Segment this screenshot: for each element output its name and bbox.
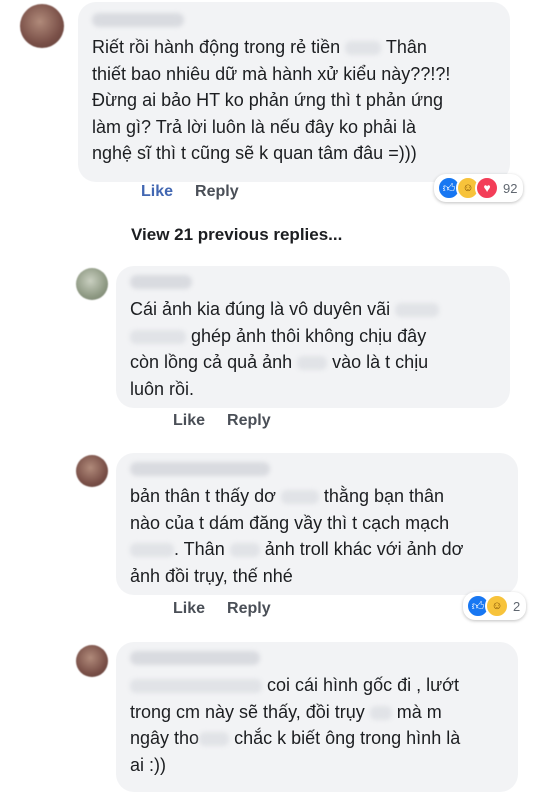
redacted-text (199, 732, 230, 747)
like-button[interactable]: Like (141, 183, 173, 201)
reply-button[interactable]: Reply (227, 600, 271, 618)
redacted-text (369, 705, 392, 720)
comment-text: coi cái hình gốc đi , lướt trong cm này … (130, 675, 461, 775)
comment-actions: Like Reply (173, 412, 271, 430)
comment-author-name[interactable] (130, 651, 260, 665)
comment-bubble: bản thân t thấy dơ thằng bạn thân nào củ… (116, 453, 518, 595)
comment-text: bản thân t thấy dơ thằng bạn thân nào củ… (130, 486, 464, 586)
comment-text: Riết rồi hành động trong rẻ tiền Thân th… (92, 37, 451, 163)
comment-actions: Like Reply (173, 600, 271, 618)
reaction-summary[interactable]: 👍︎ ☺ 2 (463, 592, 527, 620)
comment-actions: Like Reply (141, 183, 239, 201)
redacted-text (130, 679, 262, 694)
reaction-count: 2 (513, 598, 521, 614)
comment-author-name[interactable] (92, 13, 184, 27)
haha-icon: ☺ (485, 594, 509, 618)
commenter-avatar[interactable] (20, 4, 64, 48)
redacted-text (345, 41, 382, 56)
comment-bubble: Riết rồi hành động trong rẻ tiền Thân th… (78, 2, 510, 182)
like-button[interactable]: Like (173, 600, 205, 618)
like-button[interactable]: Like (173, 412, 205, 430)
comment-bubble: coi cái hình gốc đi , lướt trong cm này … (116, 642, 518, 792)
love-icon: ♥ (475, 176, 499, 200)
view-previous-replies-link[interactable]: View 21 previous replies... (131, 225, 342, 245)
redacted-text (297, 356, 328, 371)
reply-button[interactable]: Reply (227, 412, 271, 430)
redacted-text (229, 543, 260, 558)
reaction-count: 92 (503, 180, 518, 196)
redacted-text (130, 329, 186, 344)
redacted-text (130, 543, 174, 558)
comment-text: Cái ảnh kia đúng là vô duyên vãi ghép ản… (130, 296, 506, 402)
redacted-text (395, 303, 440, 318)
redacted-text (280, 490, 319, 505)
commenter-avatar[interactable] (76, 645, 108, 677)
comment-author-name[interactable] (130, 275, 192, 289)
commenter-avatar[interactable] (76, 268, 108, 300)
reply-button[interactable]: Reply (195, 183, 239, 201)
commenter-avatar[interactable] (76, 455, 108, 487)
comment-author-name[interactable] (130, 462, 270, 476)
reaction-summary[interactable]: 👍︎ ☺ ♥ 92 (434, 174, 524, 202)
comment-bubble: Cái ảnh kia đúng là vô duyên vãi ghép ản… (116, 266, 510, 408)
